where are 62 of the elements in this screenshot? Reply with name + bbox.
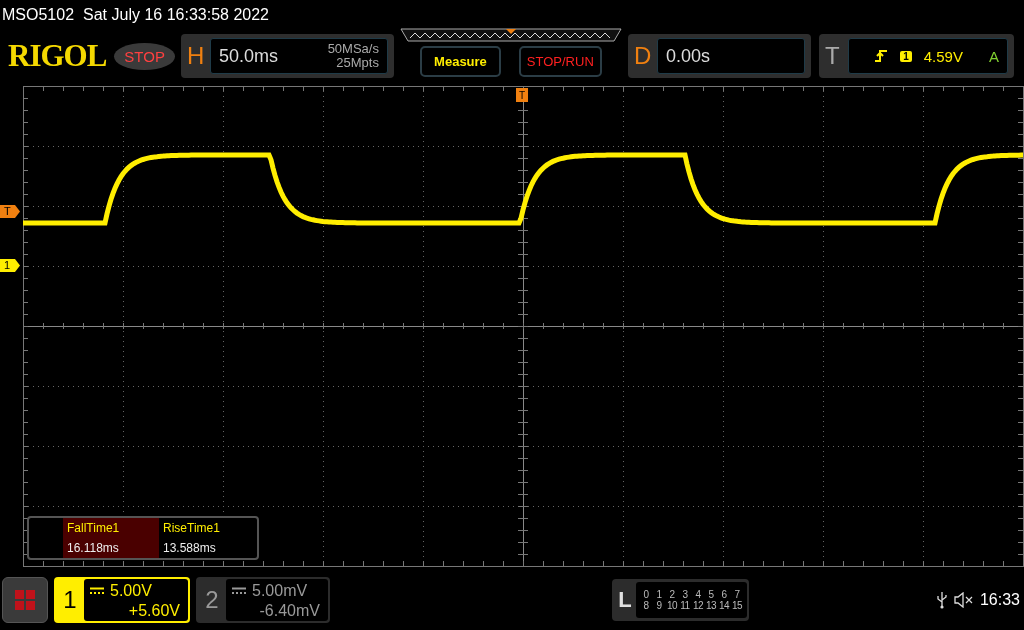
- channel-number: 1: [62, 585, 78, 615]
- logic-channel-number: 0: [642, 589, 650, 600]
- trigger-level: 4.59V: [923, 47, 963, 65]
- date-time: Sat July 16 16:33:58 2022: [83, 6, 269, 24]
- measurement-value: 16.118ms: [67, 541, 120, 555]
- logic-channel-number: 6: [720, 589, 728, 600]
- channel-offset: +5.60V: [128, 601, 180, 621]
- clock-time: 16:33: [979, 591, 1020, 609]
- rigol-logo: RIGOL: [8, 38, 107, 74]
- timebase-value: 50.0ms: [218, 45, 278, 67]
- logic-channel-number: 10: [666, 600, 678, 611]
- measure-button[interactable]: Measure: [420, 45, 501, 77]
- model-name: MSO5102: [2, 6, 75, 24]
- logic-channel-number: 15: [731, 600, 743, 611]
- logic-channel-number: 2: [668, 589, 676, 600]
- measurement-item[interactable]: FallTime1 16.118ms: [63, 518, 159, 558]
- trigger-label: T: [824, 42, 841, 70]
- trigger-position-marker[interactable]: T: [516, 88, 528, 102]
- trigger-panel[interactable]: T 1 4.59V A: [818, 34, 1014, 78]
- logic-channel-number: 1: [655, 589, 663, 600]
- delay-label: D: [633, 42, 652, 70]
- logic-channel-number: 8: [642, 600, 650, 611]
- channel-offset: -6.40mV: [259, 601, 320, 621]
- channel-scale: 5.00mV: [252, 581, 308, 601]
- logic-channel-number: 7: [733, 589, 741, 600]
- channel-panel[interactable]: 1 5.00V +5.60V: [54, 577, 190, 623]
- channel-scale: 5.00V: [110, 581, 152, 601]
- horizontal-label: H: [186, 42, 205, 70]
- run-state-badge: STOP: [114, 42, 175, 70]
- logic-channel-number: 9: [655, 600, 663, 611]
- grid-icon: [14, 589, 36, 611]
- logic-channel-number: 3: [681, 589, 689, 600]
- sample-rate: 50MSa/s: [327, 42, 379, 56]
- stop-run-button[interactable]: STOP/RUN: [518, 45, 602, 77]
- menu-button[interactable]: [2, 577, 48, 623]
- trigger-level-marker[interactable]: T: [0, 205, 20, 218]
- dc-coupling-icon: [90, 587, 104, 595]
- trigger-source: 1: [900, 50, 912, 62]
- logic-channel-number: 5: [707, 589, 715, 600]
- measurement-name: FallTime1: [67, 521, 121, 535]
- trigger-mode: A: [988, 47, 999, 65]
- usb-icon: [935, 591, 948, 609]
- rising-edge-icon: [874, 49, 889, 63]
- measurement-name: RiseTime1: [163, 521, 221, 535]
- delay-panel[interactable]: D 0.00s: [627, 34, 811, 78]
- logic-panel[interactable]: L 0 1 2 3 4 5 6 7 8 9 10 11 12 13 14 15: [612, 579, 749, 621]
- logic-channel-number: 4: [694, 589, 702, 600]
- delay-value: 0.00s: [665, 45, 710, 67]
- channel-panel[interactable]: 2 5.00mV -6.40mV: [196, 577, 330, 623]
- speaker-muted-icon: [953, 592, 974, 608]
- horizontal-panel[interactable]: H 50.0ms 50MSa/s 25Mpts: [180, 34, 394, 78]
- channel-offset-marker[interactable]: 1: [0, 259, 20, 272]
- logic-channel-number: 13: [705, 600, 717, 611]
- channel-number: 2: [204, 585, 220, 615]
- dc-coupling-icon: [232, 587, 246, 595]
- measurement-value: 13.588ms: [163, 541, 217, 555]
- logic-label: L: [617, 587, 633, 613]
- measurement-item[interactable]: RiseTime1 13.588ms: [159, 518, 255, 558]
- memory-depth: 25Mpts: [336, 56, 379, 70]
- logic-channel-number: 12: [692, 600, 704, 611]
- logic-channel-number: 11: [679, 600, 691, 611]
- logic-channel-number: 14: [718, 600, 730, 611]
